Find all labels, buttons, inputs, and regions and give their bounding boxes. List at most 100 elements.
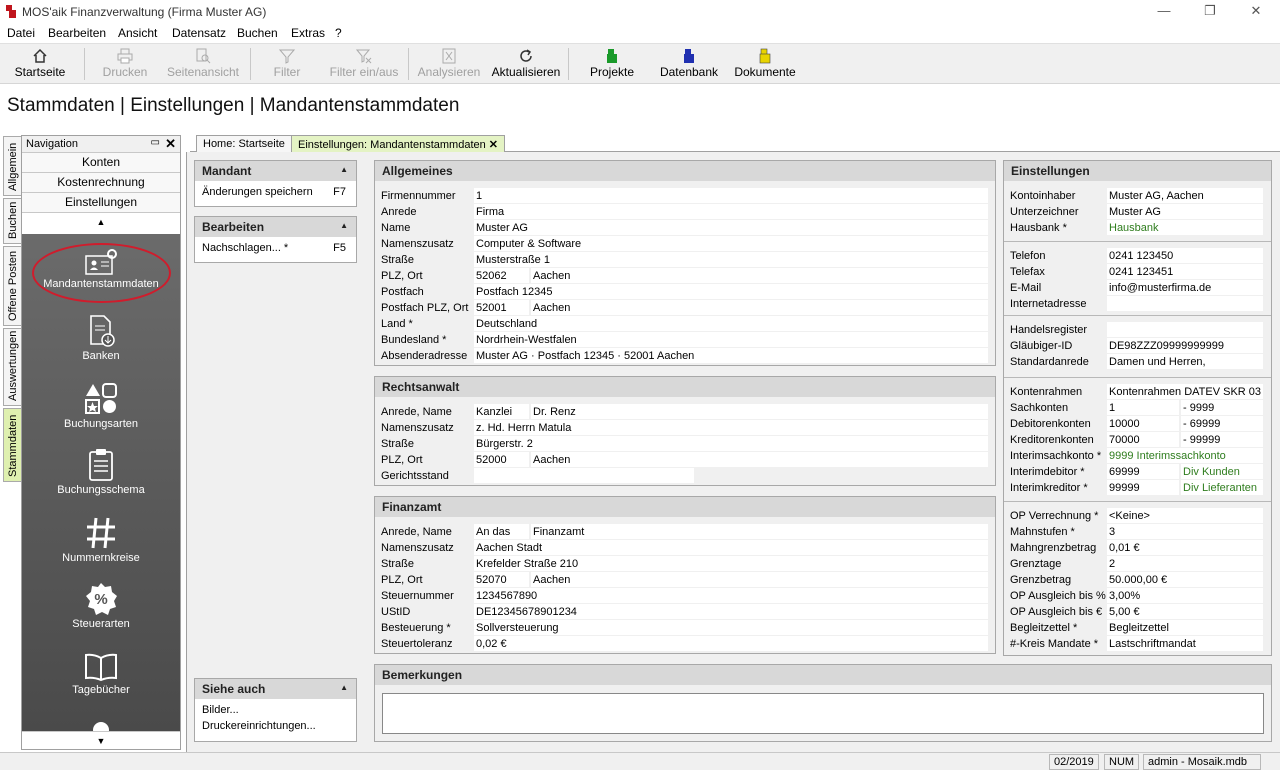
field-value-secondary[interactable]: Div Lieferanten [1181, 480, 1263, 495]
vtab-auswertungen[interactable]: Auswertungen [3, 328, 22, 406]
startseite-button[interactable]: Startseite [10, 45, 70, 83]
field-value[interactable]: Sollversteuerung [474, 620, 988, 635]
vtab-allgemein[interactable]: Allgemein [3, 136, 22, 196]
menu-buchen[interactable]: Buchen [237, 26, 278, 40]
field-value[interactable]: Postfach 12345 [474, 284, 988, 299]
bemerkungen-textarea[interactable] [382, 693, 1264, 734]
field-value[interactable] [1107, 322, 1263, 337]
field-value[interactable]: Damen und Herren, [1107, 354, 1263, 369]
field-value[interactable]: z. Hd. Herrn Matula [474, 420, 988, 435]
scroll-down-arrow-icon[interactable]: ▼ [22, 731, 180, 749]
field-value[interactable]: Deutschland [474, 316, 988, 331]
scroll-up-arrow-icon[interactable]: ▲ [22, 213, 180, 232]
field-value[interactable]: 10000 [1107, 416, 1179, 431]
nachschlagen-link[interactable]: Nachschlagen... * F5 [202, 240, 349, 256]
aenderungen-speichern-link[interactable]: Änderungen speichern F7 [202, 184, 349, 200]
field-value[interactable]: 0241 123451 [1107, 264, 1263, 279]
nav-buchungsarten[interactable]: Buchungsarten [22, 382, 180, 430]
field-value[interactable]: Lastschriftmandat [1107, 636, 1263, 651]
field-value[interactable]: Nordrhein-Westfalen [474, 332, 988, 347]
field-value[interactable]: Kontenrahmen DATEV SKR 03 [1107, 384, 1263, 399]
siehe-auch-header[interactable]: Siehe auch ▲ [195, 679, 356, 699]
nav-tagebuecher[interactable]: Tagebücher [22, 652, 180, 696]
seitenansicht-button[interactable]: Seitenansicht [164, 45, 242, 83]
bearbeiten-header[interactable]: Bearbeiten ▲ [195, 217, 356, 237]
collapse-icon[interactable]: ▲ [340, 683, 348, 692]
field-value[interactable]: 99999 [1107, 480, 1179, 495]
field-value[interactable]: Muster AG [1107, 204, 1263, 219]
field-value[interactable]: 69999 [1107, 464, 1179, 479]
field-value[interactable]: 70000 [1107, 432, 1179, 447]
collapse-icon[interactable]: ▲ [340, 221, 348, 230]
field-value[interactable]: Musterstraße 1 [474, 252, 988, 267]
field-value-secondary[interactable]: Finanzamt [531, 524, 988, 539]
field-value-secondary[interactable]: Dr. Renz [531, 404, 988, 419]
field-value[interactable] [474, 468, 694, 483]
field-value[interactable]: Computer & Software [474, 236, 988, 251]
field-value[interactable]: Kanzlei [474, 404, 529, 419]
menu-extras[interactable]: Extras [291, 26, 325, 40]
field-value[interactable]: 52062 [474, 268, 529, 283]
field-value[interactable]: <Keine> [1107, 508, 1263, 523]
field-value[interactable]: 3 [1107, 524, 1263, 539]
nav-buchungsschema[interactable]: Buchungsschema [22, 448, 180, 496]
field-value-secondary[interactable]: Aachen [531, 300, 988, 315]
filter-button[interactable]: Filter [264, 45, 310, 83]
field-value[interactable]: 1 [1107, 400, 1179, 415]
analysieren-button[interactable]: Analysieren [416, 45, 482, 83]
aktualisieren-button[interactable]: Aktualisieren [490, 45, 562, 83]
field-value[interactable]: 0241 123450 [1107, 248, 1263, 263]
nav-mandantenstammdaten[interactable]: Mandantenstammdaten [22, 248, 180, 290]
nav-konten[interactable]: Konten [22, 153, 180, 173]
field-value[interactable]: 52000 [474, 452, 529, 467]
field-value[interactable]: 1234567890 [474, 588, 988, 603]
field-value[interactable]: 0,01 € [1107, 540, 1263, 555]
nav-kostenrechnung[interactable]: Kostenrechnung [22, 173, 180, 193]
menu-bearbeiten[interactable]: Bearbeiten [48, 26, 106, 40]
bilder-link[interactable]: Bilder... [202, 702, 349, 718]
field-value[interactable]: Firma [474, 204, 988, 219]
field-value-secondary[interactable]: - 99999 [1181, 432, 1263, 447]
field-value[interactable]: 2 [1107, 556, 1263, 571]
tab-mandantenstammdaten[interactable]: Einstellungen: Mandantenstammdaten ✕ [291, 135, 506, 152]
projekte-button[interactable]: Projekte [584, 45, 640, 83]
field-value[interactable]: An das [474, 524, 529, 539]
field-value[interactable]: 5,00 € [1107, 604, 1263, 619]
vtab-offene-posten[interactable]: Offene Posten [3, 246, 22, 326]
field-value-secondary[interactable]: Div Kunden [1181, 464, 1263, 479]
field-value[interactable]: Muster AG · Postfach 12345 · 52001 Aache… [474, 348, 988, 363]
field-value[interactable]: Krefelder Straße 210 [474, 556, 988, 571]
field-value[interactable]: 1 [474, 188, 988, 203]
field-value[interactable]: Bürgerstr. 2 [474, 436, 988, 451]
pin-icon[interactable]: ▭ [151, 137, 160, 148]
field-value[interactable]: DE98ZZZ09999999999 [1107, 338, 1263, 353]
nav-steuerarten[interactable]: % Steuerarten [22, 582, 180, 630]
field-value[interactable]: 3,00% [1107, 588, 1263, 603]
field-value-secondary[interactable]: Aachen [531, 268, 988, 283]
field-value[interactable]: 50.000,00 € [1107, 572, 1263, 587]
drucken-button[interactable]: Drucken [98, 45, 152, 83]
nav-nummernkreise[interactable]: Nummernkreise [22, 516, 180, 564]
field-value-secondary[interactable]: - 69999 [1181, 416, 1263, 431]
restore-button[interactable]: ❐ [1190, 2, 1230, 22]
menu-ansicht[interactable]: Ansicht [118, 26, 157, 40]
nav-einstellungen[interactable]: Einstellungen [22, 193, 180, 213]
field-value[interactable]: Begleitzettel [1107, 620, 1263, 635]
minimize-button[interactable]: — [1144, 2, 1184, 22]
field-value-secondary[interactable]: Aachen [531, 452, 988, 467]
datenbank-button[interactable]: Datenbank [656, 45, 722, 83]
field-value[interactable]: Aachen Stadt [474, 540, 988, 555]
vtab-stammdaten[interactable]: Stammdaten [3, 408, 22, 482]
field-value[interactable]: Hausbank [1107, 220, 1263, 235]
field-value[interactable]: DE12345678901234 [474, 604, 988, 619]
field-value[interactable]: Muster AG, Aachen [1107, 188, 1263, 203]
vtab-buchen[interactable]: Buchen [3, 198, 22, 244]
field-value[interactable]: 52070 [474, 572, 529, 587]
close-window-button[interactable]: ✕ [1236, 2, 1276, 22]
druckereinrichtungen-link[interactable]: Druckereinrichtungen... [202, 718, 349, 734]
filter-einaus-button[interactable]: Filter ein/aus [326, 45, 402, 83]
field-value-secondary[interactable]: - 9999 [1181, 400, 1263, 415]
field-value[interactable]: Muster AG [474, 220, 988, 235]
close-tab-icon[interactable]: ✕ [489, 139, 498, 151]
dokumente-button[interactable]: Dokumente [730, 45, 800, 83]
